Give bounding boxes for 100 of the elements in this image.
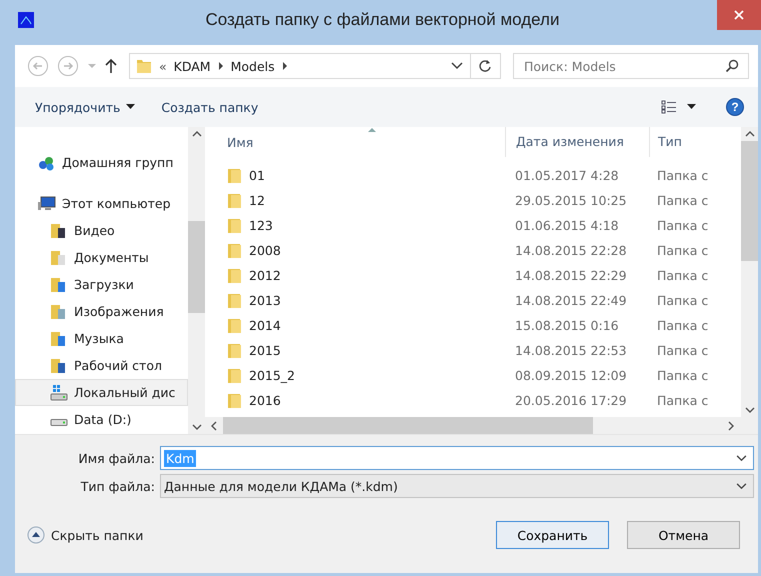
nav-item[interactable]: Локальный дис	[15, 379, 188, 406]
drive-icon	[50, 384, 68, 400]
table-cell-text: Папка с	[656, 168, 710, 183]
table-cell-text: 20.05.2016 17:29	[514, 393, 628, 408]
search-field[interactable]: Поиск: Models	[513, 53, 749, 79]
scroll-up-icon[interactable]	[192, 131, 202, 137]
table-cell-text: Папка с	[656, 193, 710, 208]
nav-item[interactable]: Data (D:)	[15, 406, 188, 433]
table-cell-text: 29.05.2015 10:25	[514, 193, 628, 208]
caret-icon[interactable]	[687, 104, 696, 110]
nav-item[interactable]: Документы	[15, 244, 188, 271]
help-button[interactable]: ?	[726, 98, 744, 116]
table-cell-text: 14.08.2015 22:53	[514, 343, 628, 358]
up-arrow-icon[interactable]	[105, 58, 117, 74]
file-name[interactable]: 2014	[249, 318, 281, 333]
column-header[interactable]: Дата изменения	[505, 127, 649, 157]
chevron-right-icon[interactable]	[218, 62, 224, 70]
folder-icon	[136, 58, 152, 74]
address-bar[interactable]: « KDAM Models	[129, 53, 501, 79]
table-cell-text: 14.08.2015 22:28	[514, 243, 628, 258]
refresh-icon[interactable]	[478, 59, 492, 73]
breadcrumb[interactable]: Models	[230, 58, 275, 74]
folder-icon	[227, 318, 243, 334]
library-folder-icon	[50, 250, 68, 266]
nav-item[interactable]: Этот компьютер	[15, 190, 188, 217]
search-icon	[725, 59, 739, 73]
new-folder-button[interactable]: Создать папку	[153, 96, 266, 118]
scroll-down-icon[interactable]	[192, 424, 202, 430]
chevron-down-icon	[736, 454, 747, 462]
table-cell-text: 08.09.2015 12:09	[514, 368, 628, 383]
table-cell-text: Папка с	[656, 318, 710, 333]
library-folder-icon	[50, 304, 68, 320]
field-label: Имя файла:	[77, 450, 156, 466]
scrollbar-thumb[interactable]	[741, 141, 758, 261]
file-name[interactable]: 2015	[249, 343, 281, 358]
file-type-dropdown[interactable]: Данные для модели КДАМа (*.kdm)	[160, 474, 754, 498]
close-icon	[734, 10, 744, 20]
folder-icon	[227, 392, 243, 408]
file-name[interactable]: 01	[249, 168, 265, 183]
chevron-down-icon	[736, 482, 747, 490]
library-folder-icon	[50, 222, 68, 238]
view-options-icon[interactable]	[661, 100, 677, 114]
overflow-chevron[interactable]: «	[159, 58, 167, 74]
app-icon	[18, 12, 34, 28]
file-name[interactable]: 2015_2	[249, 368, 296, 383]
drive-icon	[50, 418, 68, 426]
save-button[interactable]: Сохранить	[496, 521, 609, 549]
window-title: Создать папку с файлами векторной модели	[204, 10, 560, 30]
organize-button[interactable]: Упорядочить	[27, 96, 144, 118]
nav-item[interactable]: Рабочий стол	[15, 352, 188, 379]
file-name[interactable]: 123	[249, 218, 273, 233]
table-cell-text: 01.05.2017 4:28	[514, 168, 620, 183]
table-cell-text: Папка с	[656, 293, 710, 308]
computer-icon	[38, 196, 56, 212]
nav-item[interactable]: Загрузки	[15, 271, 188, 298]
folder-icon	[227, 368, 243, 384]
caret-icon	[126, 104, 136, 110]
nav-item[interactable]: Изображения	[15, 298, 188, 325]
column-header[interactable]: Имя	[205, 134, 505, 150]
scroll-down-icon[interactable]	[744, 407, 754, 413]
chevron-right-icon[interactable]	[282, 62, 288, 70]
file-name[interactable]: 2012	[249, 268, 281, 283]
library-folder-icon	[50, 276, 68, 292]
scroll-right-icon[interactable]	[728, 420, 734, 430]
folder-icon	[227, 218, 243, 234]
sort-arrow-icon	[368, 128, 376, 132]
file-name[interactable]: 2008	[249, 243, 281, 258]
table-cell-text: Папка с	[656, 218, 710, 233]
table-cell-text: Папка с	[656, 268, 710, 283]
table-cell-text: 01.06.2015 4:18	[514, 218, 620, 233]
hide-folders-link[interactable]: Скрыть папки	[51, 528, 144, 542]
breadcrumb[interactable]: KDAM	[174, 58, 211, 74]
field-label: Тип файла:	[80, 478, 156, 494]
library-folder-icon	[50, 330, 68, 346]
close-button[interactable]	[717, 0, 761, 30]
file-name[interactable]: 12	[249, 193, 265, 208]
folder-icon	[227, 168, 243, 184]
homegroup-icon	[38, 154, 56, 170]
table-cell-text: 15.08.2015 0:16	[514, 318, 620, 333]
nav-item[interactable]: Видео	[15, 217, 188, 244]
scroll-up-icon[interactable]	[744, 131, 754, 137]
scrollbar-thumb[interactable]	[223, 417, 593, 434]
file-name[interactable]: 2016	[249, 393, 281, 408]
nav-item[interactable]: Домашняя групп	[15, 149, 188, 176]
table-cell-text: 14.08.2015 22:49	[514, 293, 628, 308]
cancel-button[interactable]: Отмена	[627, 521, 740, 549]
folder-icon	[227, 342, 243, 358]
table-cell-text: Папка с	[656, 368, 710, 383]
file-name[interactable]: 2013	[249, 293, 281, 308]
scroll-left-icon[interactable]	[211, 420, 217, 430]
folder-icon	[227, 242, 243, 258]
chevron-down-icon[interactable]	[451, 62, 463, 70]
nav-item[interactable]: Музыка	[15, 325, 188, 352]
table-cell-text: 14.08.2015 22:29	[514, 268, 628, 283]
folder-icon	[227, 192, 243, 208]
scrollbar-thumb[interactable]	[188, 221, 205, 313]
folder-icon	[227, 268, 243, 284]
table-cell-text: Папка с	[656, 243, 710, 258]
table-cell-text: Папка с	[656, 343, 710, 358]
collapse-icon[interactable]	[27, 526, 45, 544]
